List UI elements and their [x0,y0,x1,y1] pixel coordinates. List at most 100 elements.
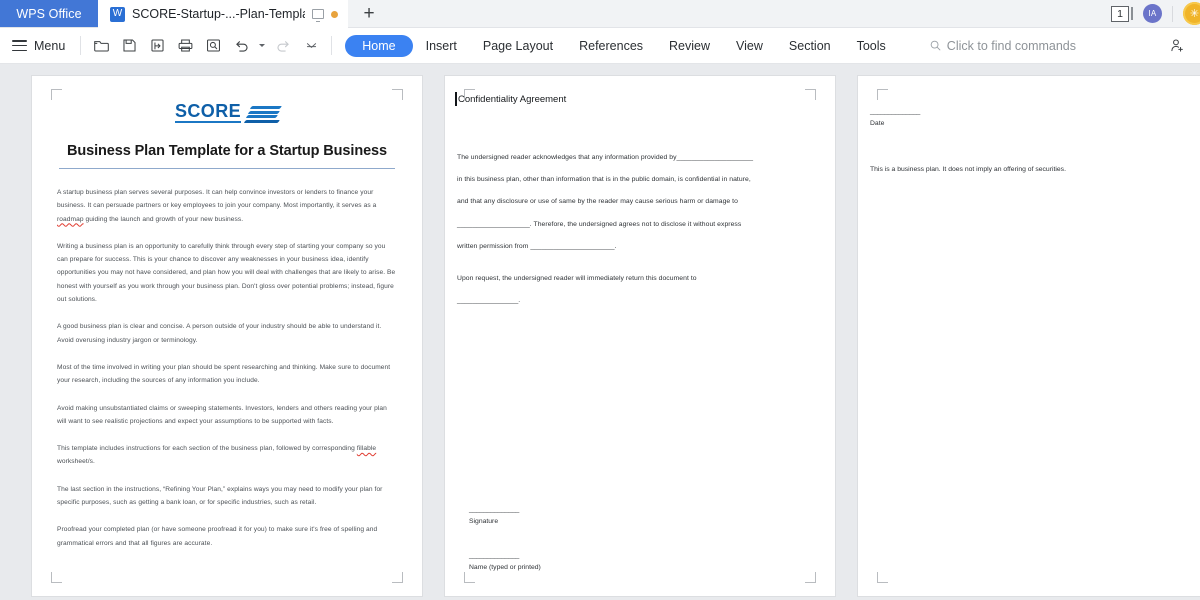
agreement-line-5: written permission from ________________… [457,242,617,250]
name-label: Name (typed or printed) [469,564,541,571]
document-page-2[interactable]: Confidentiality Agreement The undersigne… [445,76,835,596]
tab-page-layout[interactable]: Page Layout [470,35,566,57]
document-tab[interactable]: SCORE-Startup-...-Plan-Template [98,0,348,28]
page-1-content: SCORE Business Plan Template for a Start… [57,98,397,572]
unsaved-dot-icon [331,10,338,18]
tab-insert-label: Insert [425,38,457,53]
para-1-pre: A startup business plan serves several p… [57,189,377,210]
crop-mark-top-left [877,89,888,100]
open-file-icon[interactable] [88,33,114,59]
tab-references-label: References [579,38,644,53]
new-tab-plus-icon: + [363,2,375,24]
name-rule: ______________ [469,552,520,559]
para-6-pre: This template includes instructions for … [57,445,357,453]
agreement-line-2: in this business plan, other than inform… [457,176,751,184]
tab-home[interactable]: Home [345,34,413,57]
signature-rule: ______________ [469,506,520,513]
body-paragraph-2: Writing a business plan is an opportunit… [57,242,396,304]
wps-office-home-button[interactable]: WPS Office [0,0,98,27]
page-count-value: 1 [1111,5,1129,22]
search-icon [930,40,941,51]
misspelled-word-roadmap[interactable]: roadmap [57,216,84,223]
title-bar-divider [1172,5,1173,22]
crop-mark-bottom-left [877,572,888,583]
body-paragraph-3: A good business plan is clear and concis… [57,323,382,344]
ribbon-toolbar: Menu Home Insert Page Layout References … [0,28,1200,64]
agreement-return-blank: ________________. [457,297,521,305]
toolbar-divider-2 [331,36,333,55]
tab-view[interactable]: View [723,35,776,57]
body-paragraph-6: This template includes instructions for … [57,442,397,469]
signature-block: ______________ Signature [469,504,519,528]
agreement-line-4: ___________________. Therefore, the unde… [457,220,742,228]
redo-icon[interactable] [270,33,296,59]
save-icon[interactable] [116,33,142,59]
para-1-post: guiding the launch and growth of your ne… [83,215,244,223]
score-logo-slash-icon [243,105,283,123]
menu-button-label: Menu [34,38,66,53]
page-title: Business Plan Template for a Startup Bus… [59,143,395,169]
undo-icon[interactable] [228,33,254,59]
confidentiality-heading-text: Confidentiality Agreement [458,94,567,105]
title-bar-right-controls: 1 IA ✳ [1111,0,1200,27]
ribbon-tab-list: Home Insert Page Layout References Revie… [345,34,899,57]
coin-icon[interactable]: ✳ [1183,2,1200,25]
page-2-content: Confidentiality Agreement The undersigne… [455,92,813,574]
para-6-post: worksheet/s. [57,458,95,466]
agreement-line-1: The undersigned reader acknowledges that… [457,154,754,161]
text-cursor [455,92,457,106]
date-label: Date [870,120,885,127]
menu-button[interactable]: Menu [8,33,73,59]
date-rule: ______________ [870,108,921,115]
misspelled-word-fillable[interactable]: fillable [357,445,376,452]
quick-access-toolbar [88,33,324,59]
crop-mark-bottom-left [51,572,62,583]
print-preview-icon[interactable] [200,33,226,59]
new-tab-button[interactable]: + [348,0,390,27]
avatar[interactable]: IA [1143,4,1162,23]
score-logo: SCORE [57,102,397,123]
body-paragraph-7: The last section in the instructions, “R… [57,485,383,507]
tab-tools[interactable]: Tools [844,35,899,57]
tab-review[interactable]: Review [656,35,723,57]
toolbar-divider [80,36,82,55]
title-bar: WPS Office SCORE-Startup-...-Plan-Templa… [0,0,1200,28]
title-bar-spacer [390,0,1111,27]
signature-label: Signature [469,518,499,525]
tab-home-label: Home [362,38,396,53]
name-block: ______________ Name (typed or printed) [469,550,541,574]
document-canvas[interactable]: SCORE Business Plan Template for a Start… [0,64,1200,600]
tab-review-label: Review [669,38,711,53]
wps-writer-icon [110,6,125,22]
score-logo-text: SCORE [174,101,241,123]
page-stack-icon [1131,7,1133,20]
save-as-icon[interactable] [144,33,170,59]
tab-insert[interactable]: Insert [413,35,470,57]
tab-tools-label: Tools [856,38,886,53]
body-paragraph-1: A startup business plan serves several p… [57,186,397,226]
share-user-icon[interactable] [1164,33,1190,59]
wps-office-label: WPS Office [16,6,82,21]
tab-section[interactable]: Section [776,35,844,57]
disclaimer-text: This is a business plan. It does not imp… [870,166,1066,173]
tab-view-label: View [736,38,763,53]
monitor-icon[interactable] [312,9,324,22]
agreement-return-line: Upon request, the undersigned reader wil… [457,275,697,283]
print-icon[interactable] [172,33,198,59]
undo-dropdown-caret-icon[interactable] [256,33,268,59]
body-paragraph-8: Proofread your completed plan (or have s… [57,526,378,547]
confidentiality-heading: Confidentiality Agreement [455,92,813,106]
page-3-content: ______________ Date This is a business p… [870,106,1200,176]
crop-mark-bottom-right [392,572,403,583]
page-count-indicator[interactable]: 1 [1111,5,1133,22]
find-commands-placeholder: Click to find commands [946,38,1077,53]
find-commands-search[interactable]: Click to find commands [929,39,1076,53]
document-page-3[interactable]: ______________ Date This is a business p… [858,76,1200,596]
document-page-1[interactable]: SCORE Business Plan Template for a Start… [32,76,422,596]
hamburger-icon [12,40,27,51]
agreement-line-3: and that any disclosure or use of same b… [457,198,738,206]
tab-references[interactable]: References [566,35,656,57]
tab-section-label: Section [788,38,831,53]
customize-quick-access-icon[interactable] [298,33,324,59]
body-paragraph-4: Most of the time involved in writing you… [57,363,391,385]
